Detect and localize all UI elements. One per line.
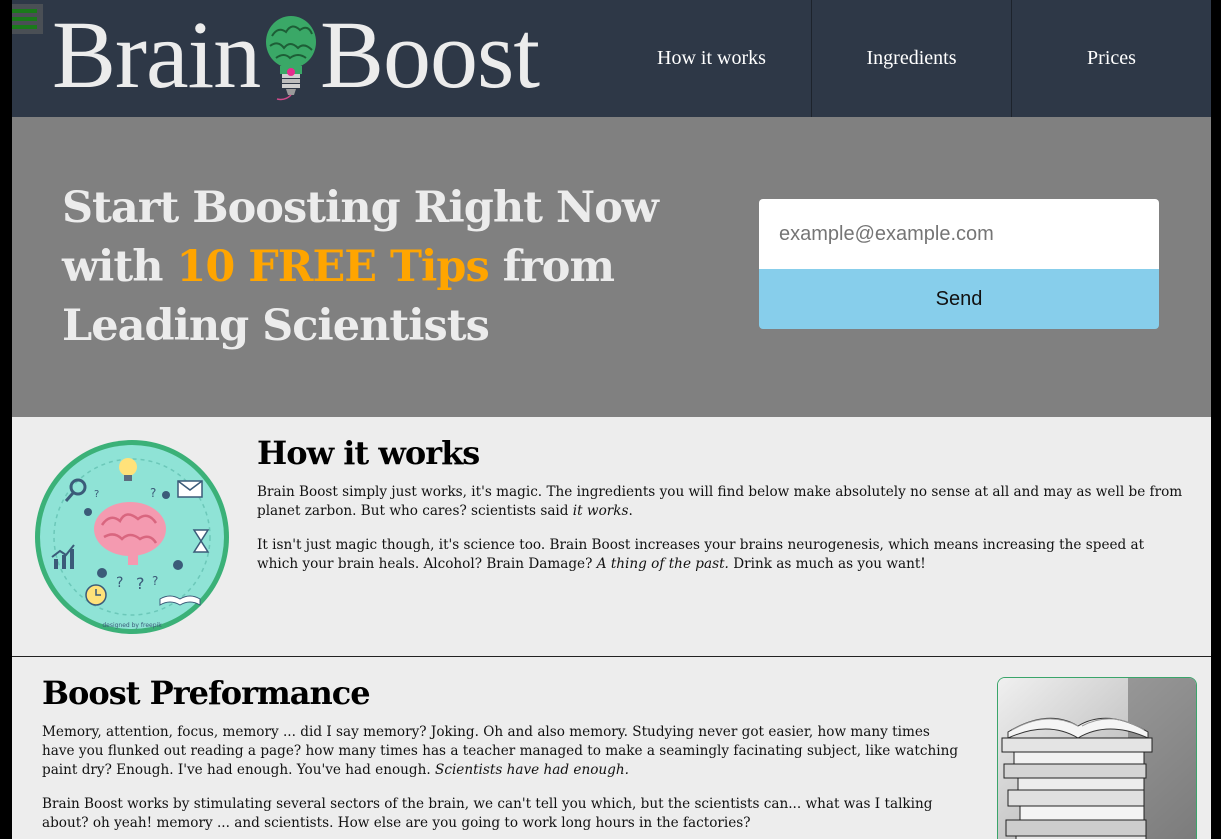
boost-paragraph-2: Brain Boost works by stimulating several…	[42, 796, 933, 831]
signup-form: Send	[759, 199, 1159, 329]
boost-paragraph-1: Memory, attention, focus, memory ... did…	[42, 723, 962, 780]
svg-text:?: ?	[94, 489, 99, 500]
books-stack-image	[997, 677, 1197, 839]
nav-prices[interactable]: Prices	[1012, 0, 1211, 117]
logo-text-boost: Boost	[320, 1, 540, 108]
lightbulb-brain-logo-icon	[266, 16, 316, 101]
send-button[interactable]: Send	[759, 269, 1159, 329]
hero-title: Start Boosting Right Now with 10 FREE Ti…	[62, 179, 702, 356]
boost-performance-title: Boost Preformance	[42, 674, 371, 712]
how-it-works-section: ? ? ? ? ? designed by freepik How it wor…	[12, 417, 1211, 657]
how-p2-emphasis: A thing of the past.	[596, 556, 729, 572]
how-p2-end: Drink as much as you want!	[728, 556, 926, 572]
how-p1-end: .	[628, 503, 633, 519]
svg-text:?: ?	[150, 486, 156, 500]
svg-text:?: ?	[116, 575, 123, 591]
svg-text:?: ?	[136, 574, 145, 593]
site-header: Brain Boost How it works Ingredients Pri…	[12, 0, 1211, 117]
nav-how-it-works[interactable]: How it works	[612, 0, 811, 117]
how-p1-emphasis: it works	[572, 503, 629, 519]
boost-p1-emphasis: Scientists have had enough.	[435, 762, 629, 778]
page: Brain Boost How it works Ingredients Pri…	[12, 0, 1211, 839]
logo-text-brain: Brain	[52, 1, 261, 108]
how-p1-text: Brain Boost simply just works, it's magi…	[257, 484, 1183, 519]
nav-ingredients[interactable]: Ingredients	[812, 0, 1011, 117]
how-it-works-title: How it works	[257, 434, 480, 472]
how-it-works-paragraph-2: It isn't just magic though, it's science…	[257, 536, 1187, 574]
hero-title-highlight: 10 FREE Tips	[176, 242, 489, 292]
how-it-works-paragraph-1: Brain Boost simply just works, it's magi…	[257, 483, 1187, 521]
email-input[interactable]	[759, 199, 1159, 269]
svg-text:designed by freepik: designed by freepik	[102, 622, 162, 629]
svg-text:?: ?	[152, 574, 158, 588]
menu-icon[interactable]	[12, 4, 43, 34]
boost-performance-section: Boost Preformance Memory, attention, foc…	[12, 657, 1211, 839]
hero-section: Start Boosting Right Now with 10 FREE Ti…	[12, 117, 1211, 417]
brain-illustration-image: ? ? ? ? ? designed by freepik	[35, 440, 229, 634]
